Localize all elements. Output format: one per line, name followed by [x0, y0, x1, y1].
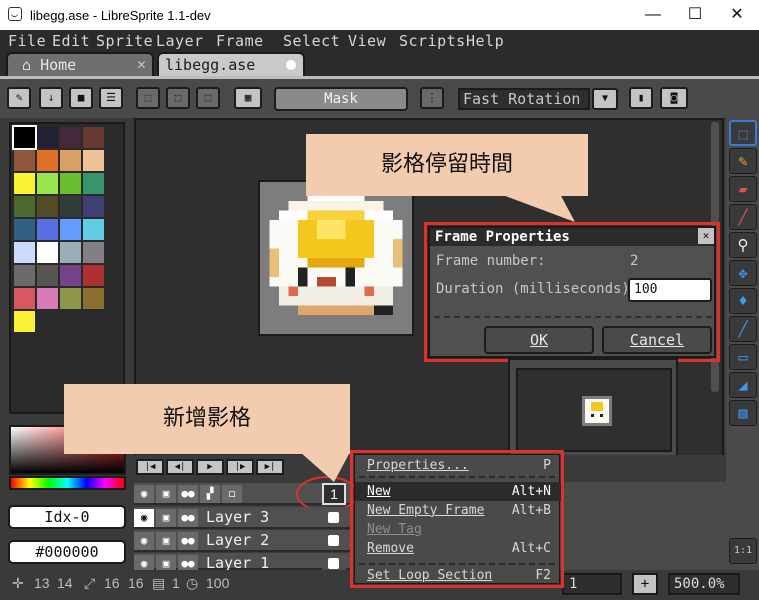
menu-item-properties[interactable]: Properties... P	[355, 456, 561, 475]
menu-item-set-loop-section[interactable]: Set Loop Section F2	[355, 566, 561, 585]
menu-separator	[359, 563, 555, 565]
menu-item-remove[interactable]: Remove Alt+C	[355, 539, 561, 558]
frame-context-menu: Properties... P New Alt+N New Empty Fram…	[354, 454, 561, 585]
callout-new-frame: 新增影格	[64, 384, 350, 454]
menu-item-new[interactable]: New Alt+N	[355, 482, 561, 501]
menu-item-new-empty-frame[interactable]: New Empty Frame Alt+B	[355, 501, 561, 520]
menu-separator	[359, 476, 555, 478]
menu-item-new-tag[interactable]: New Tag	[355, 520, 561, 539]
